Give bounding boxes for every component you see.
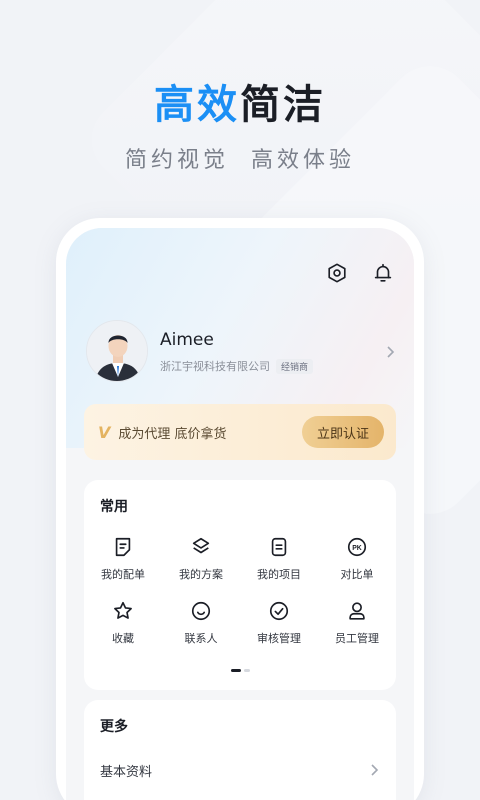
company-line: 浙江宇视科技有限公司 经销商 [160, 358, 314, 374]
v-badge-icon: V [98, 422, 111, 442]
grid-item-label: 我的方案 [179, 568, 223, 581]
grid-item-my-plans[interactable]: 我的方案 [162, 536, 240, 582]
page-dot-active [230, 669, 241, 672]
promo-subline: 简约视觉 高效体验 [125, 148, 355, 173]
grid-item-staff[interactable]: 员工管理 [318, 600, 396, 646]
grid-item-favorites[interactable]: 收藏 [84, 600, 162, 646]
grid-item-label: 收藏 [112, 632, 134, 645]
project-icon [271, 537, 287, 557]
layers-icon [192, 537, 210, 554]
company-name: 浙江宇视科技有限公司 [160, 360, 270, 373]
page-dot [243, 669, 250, 672]
grid-item-my-projects[interactable]: 我的项目 [240, 536, 318, 582]
check-circle-icon [269, 601, 289, 621]
headline-dark-text: 简洁 [240, 82, 326, 128]
profile-row[interactable]: Aimee 浙江宇视科技有限公司 经销商 [86, 320, 396, 384]
grid-item-label: 员工管理 [335, 632, 379, 645]
more-title: 更多 [100, 719, 128, 735]
grid-item-label: 联系人 [184, 632, 218, 645]
pk-icon: PK [347, 537, 367, 557]
avatar[interactable] [86, 320, 148, 382]
headline-blue-text: 高效 [154, 82, 240, 128]
grid-item-label: 我的配单 [101, 568, 145, 581]
smile-icon [191, 601, 211, 621]
svg-text:PK: PK [352, 545, 362, 552]
page-indicator [84, 669, 396, 672]
list-item-basic-info[interactable]: 基本资料 [100, 758, 380, 782]
agent-banner: V 成为代理 底价拿货 立即认证 [84, 404, 396, 460]
grid-item-contacts[interactable]: 联系人 [162, 600, 240, 646]
order-icon [115, 537, 131, 557]
certify-button[interactable]: 立即认证 [302, 416, 384, 448]
person-icon [349, 602, 365, 620]
chevron-right-icon [371, 764, 379, 776]
agent-banner-text: 成为代理 底价拿货 [118, 426, 227, 442]
common-title: 常用 [100, 499, 128, 515]
grid-item-label: 我的项目 [257, 568, 301, 581]
phone-screen: Aimee 浙江宇视科技有限公司 经销商 V 成为代理 底价拿货 立即认证 常用 [66, 228, 414, 800]
chevron-right-icon [384, 344, 396, 363]
grid-item-review[interactable]: 审核管理 [240, 600, 318, 646]
star-icon [114, 601, 132, 619]
settings-icon[interactable] [326, 262, 348, 284]
grid-item-my-orders[interactable]: 我的配单 [84, 536, 162, 582]
phone-frame: Aimee 浙江宇视科技有限公司 经销商 V 成为代理 底价拿货 立即认证 常用 [56, 218, 424, 800]
list-item-label: 基本资料 [100, 764, 153, 780]
bell-icon[interactable] [372, 262, 394, 284]
common-card: 常用 我的配单 我的方案 我的项目 PK 对比单 收藏 联系人 审核管理 员工管… [84, 480, 396, 690]
user-name: Aimee [160, 330, 214, 350]
role-badge: 经销商 [276, 358, 314, 374]
grid-item-label: 审核管理 [257, 632, 301, 645]
grid-item-compare[interactable]: PK 对比单 [318, 536, 396, 582]
grid-item-label: 对比单 [340, 568, 374, 581]
promo-headline: 高效简洁 [0, 72, 480, 130]
more-card: 更多 基本资料 [84, 700, 396, 800]
top-toolbar [326, 262, 394, 284]
common-grid: 我的配单 我的方案 我的项目 PK 对比单 收藏 联系人 审核管理 员工管理 [84, 536, 396, 646]
